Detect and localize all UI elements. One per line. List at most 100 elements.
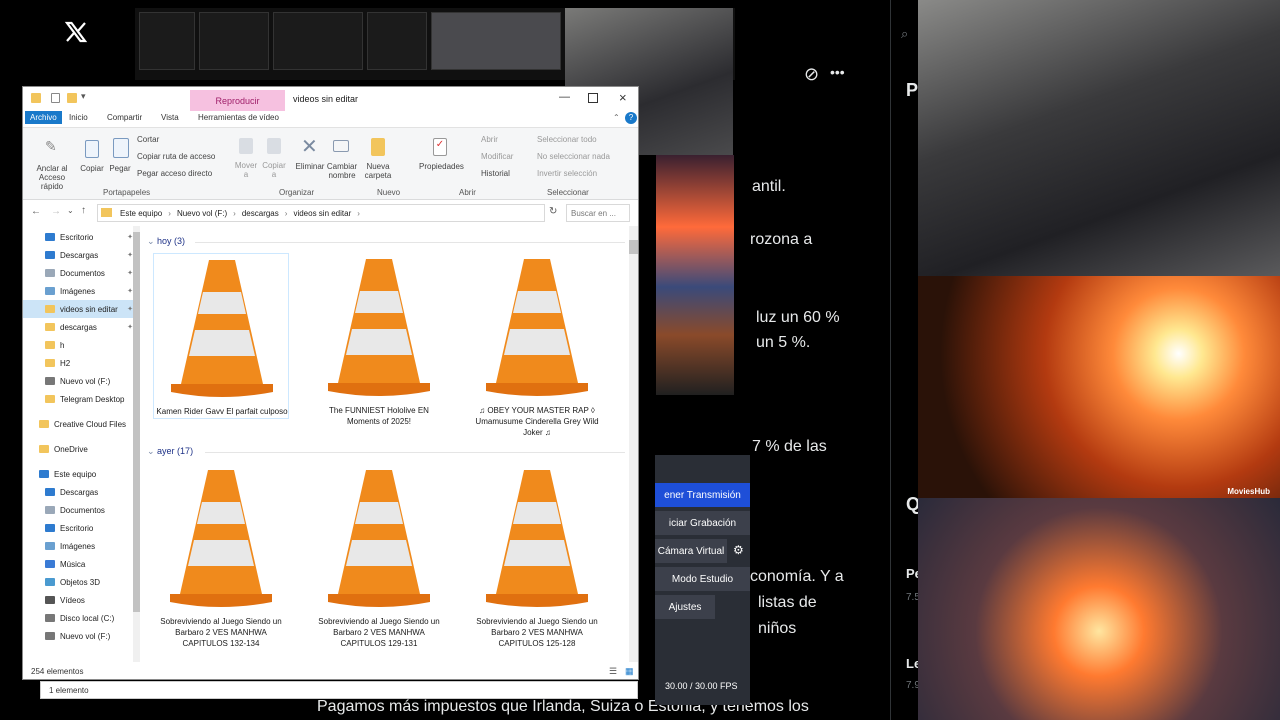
nav-item[interactable]: descargas ✦ bbox=[23, 318, 139, 336]
nav-item[interactable]: Nuevo vol (F:) bbox=[23, 372, 139, 390]
file-item[interactable]: Sobreviviendo al Juego Siendo un Barbaro… bbox=[153, 464, 289, 654]
breadcrumb-item[interactable]: videos sin editar bbox=[293, 209, 351, 218]
copy-button[interactable]: Copiar bbox=[79, 164, 105, 173]
copy-to-button[interactable]: Copiar a bbox=[261, 161, 287, 179]
search-input[interactable]: Buscar en ... bbox=[566, 204, 630, 222]
properties-button[interactable]: Propiedades bbox=[419, 162, 464, 171]
breadcrumb-item[interactable]: Este equipo bbox=[120, 209, 162, 218]
documents-icon bbox=[45, 506, 55, 514]
nav-item[interactable]: Descargas ✦ bbox=[23, 246, 139, 264]
select-none-button[interactable]: No seleccionar nada bbox=[537, 152, 610, 161]
large-icons-view-icon[interactable]: ▦ bbox=[625, 666, 634, 677]
tab-inicio[interactable]: Inicio bbox=[69, 113, 88, 122]
preview-thumb bbox=[139, 12, 195, 70]
nav-item[interactable]: Creative Cloud Files bbox=[23, 415, 139, 433]
new-folder-icon[interactable] bbox=[67, 93, 77, 103]
paste-button[interactable]: Pegar bbox=[107, 164, 133, 173]
nav-item[interactable]: Escritorio ✦ bbox=[23, 228, 139, 246]
virtual-camera-button[interactable]: Cámara Virtual bbox=[655, 539, 727, 563]
breadcrumb-item[interactable]: descargas bbox=[242, 209, 279, 218]
nav-item[interactable]: Documentos bbox=[23, 501, 139, 519]
title-bar[interactable]: ▾ Reproducir videos sin editar — × bbox=[23, 87, 638, 111]
nav-item[interactable]: H2 bbox=[23, 354, 139, 372]
gear-icon[interactable]: ⚙ bbox=[733, 543, 744, 557]
nav-item[interactable]: Imágenes bbox=[23, 537, 139, 555]
pin-quick-access-button[interactable]: Anclar al Acceso rápido bbox=[27, 164, 77, 191]
group-header[interactable]: ⌄ hoy (3) bbox=[147, 236, 185, 247]
nav-item-selected[interactable]: videos sin editar ✦ bbox=[23, 300, 139, 318]
studio-mode-button[interactable]: Modo Estudio bbox=[655, 567, 750, 591]
content-scrollbar[interactable] bbox=[629, 226, 638, 662]
tab-vista[interactable]: Vista bbox=[161, 113, 179, 122]
nav-item[interactable]: Vídeos bbox=[23, 591, 139, 609]
dropdown-icon[interactable]: ▾ bbox=[81, 91, 86, 102]
nav-item[interactable]: Música bbox=[23, 555, 139, 573]
select-all-button[interactable]: Seleccionar todo bbox=[537, 135, 597, 144]
history-button[interactable]: Historial bbox=[481, 169, 510, 178]
nav-scroll-thumb[interactable] bbox=[133, 232, 140, 612]
nav-item[interactable]: Objetos 3D bbox=[23, 573, 139, 591]
forward-icon[interactable]: → bbox=[51, 206, 61, 217]
move-icon bbox=[239, 138, 253, 154]
address-path[interactable]: Este equipo › Nuevo vol (F:) › descargas › … bbox=[97, 204, 545, 222]
rename-button[interactable]: Cambiar nombre bbox=[325, 162, 359, 180]
file-item[interactable]: Sobreviviendo al Juego Siendo un Barbaro… bbox=[311, 464, 447, 654]
properties-icon[interactable] bbox=[51, 93, 60, 103]
settings-button[interactable]: Ajustes bbox=[655, 595, 715, 619]
preview-thumb bbox=[199, 12, 269, 70]
start-recording-button[interactable]: iciar Grabación bbox=[655, 511, 750, 535]
invert-selection-button[interactable]: Invertir selección bbox=[537, 169, 597, 178]
grok-icon[interactable]: ⊘ bbox=[804, 64, 819, 85]
nav-label: Nuevo vol (F:) bbox=[60, 376, 111, 386]
scroll-thumb[interactable] bbox=[629, 240, 638, 254]
maximize-icon[interactable] bbox=[588, 93, 598, 103]
nav-label: Creative Cloud Files bbox=[54, 419, 127, 429]
nav-item[interactable]: Imágenes ✦ bbox=[23, 282, 139, 300]
divider bbox=[195, 242, 625, 243]
ribbon-collapse-icon[interactable]: ⌃ bbox=[613, 113, 620, 122]
close-icon[interactable]: × bbox=[619, 90, 627, 105]
search-icon[interactable]: ⌕ bbox=[901, 26, 908, 42]
file-item[interactable]: Sobreviviendo al Juego Siendo un Barbaro… bbox=[469, 464, 605, 654]
nav-item[interactable]: Telegram Desktop bbox=[23, 390, 139, 408]
nav-item[interactable]: Documentos ✦ bbox=[23, 264, 139, 282]
tab-archivo[interactable]: Archivo bbox=[25, 111, 62, 124]
vlc-cone-icon bbox=[486, 470, 588, 607]
paste-shortcut-button[interactable]: Pegar acceso directo bbox=[137, 169, 212, 178]
breadcrumb-item[interactable]: Nuevo vol (F:) bbox=[177, 209, 227, 218]
nav-item[interactable]: h bbox=[23, 336, 139, 354]
delete-button[interactable]: Eliminar bbox=[293, 162, 327, 171]
copy-path-button[interactable]: Copiar ruta de acceso bbox=[137, 152, 215, 161]
nav-item[interactable]: Escritorio bbox=[23, 519, 139, 537]
file-item[interactable]: Kamen Rider Gavv El parfait culposo bbox=[153, 253, 289, 419]
nav-item[interactable]: Este equipo bbox=[23, 465, 139, 483]
recent-icon[interactable]: ⌄ bbox=[67, 206, 74, 215]
open-button[interactable]: Abrir bbox=[481, 135, 498, 144]
edit-button[interactable]: Modificar bbox=[481, 152, 513, 161]
nav-item[interactable]: Descargas bbox=[23, 483, 139, 501]
details-view-icon[interactable]: ☰ bbox=[609, 666, 617, 677]
nav-label: H2 bbox=[60, 358, 71, 368]
tab-video-tools[interactable]: Herramientas de vídeo bbox=[198, 113, 279, 122]
refresh-icon[interactable]: ↻ bbox=[549, 206, 557, 217]
cut-button[interactable]: Cortar bbox=[137, 135, 159, 144]
more-icon[interactable]: ••• bbox=[830, 64, 845, 80]
tab-compartir[interactable]: Compartir bbox=[107, 113, 142, 122]
start-streaming-button[interactable]: ener Transmisión bbox=[655, 483, 750, 507]
back-icon[interactable]: ← bbox=[31, 206, 41, 217]
nav-scrollbar[interactable] bbox=[133, 226, 140, 662]
context-tab[interactable]: Reproducir bbox=[190, 90, 285, 111]
nav-item[interactable]: Nuevo vol (F:) bbox=[23, 627, 139, 645]
up-icon[interactable]: ↑ bbox=[81, 205, 86, 216]
minimize-icon[interactable]: — bbox=[559, 91, 570, 103]
group-header[interactable]: ⌄ ayer (17) bbox=[147, 446, 193, 457]
downloads-icon bbox=[45, 251, 55, 259]
nav-item[interactable]: OneDrive bbox=[23, 440, 139, 458]
new-folder-button[interactable]: Nueva carpeta bbox=[361, 162, 395, 180]
file-item[interactable]: ♫ OBEY YOUR MASTER RAP ◊ Umamusume Cinde… bbox=[469, 253, 605, 443]
nav-item[interactable]: Disco local (C:) bbox=[23, 609, 139, 627]
x-logo-icon[interactable] bbox=[64, 20, 88, 44]
help-icon[interactable]: ? bbox=[625, 112, 637, 124]
move-to-button[interactable]: Mover a bbox=[233, 161, 259, 179]
file-item[interactable]: The FUNNIEST Hololive EN Moments of 2025… bbox=[311, 253, 447, 433]
